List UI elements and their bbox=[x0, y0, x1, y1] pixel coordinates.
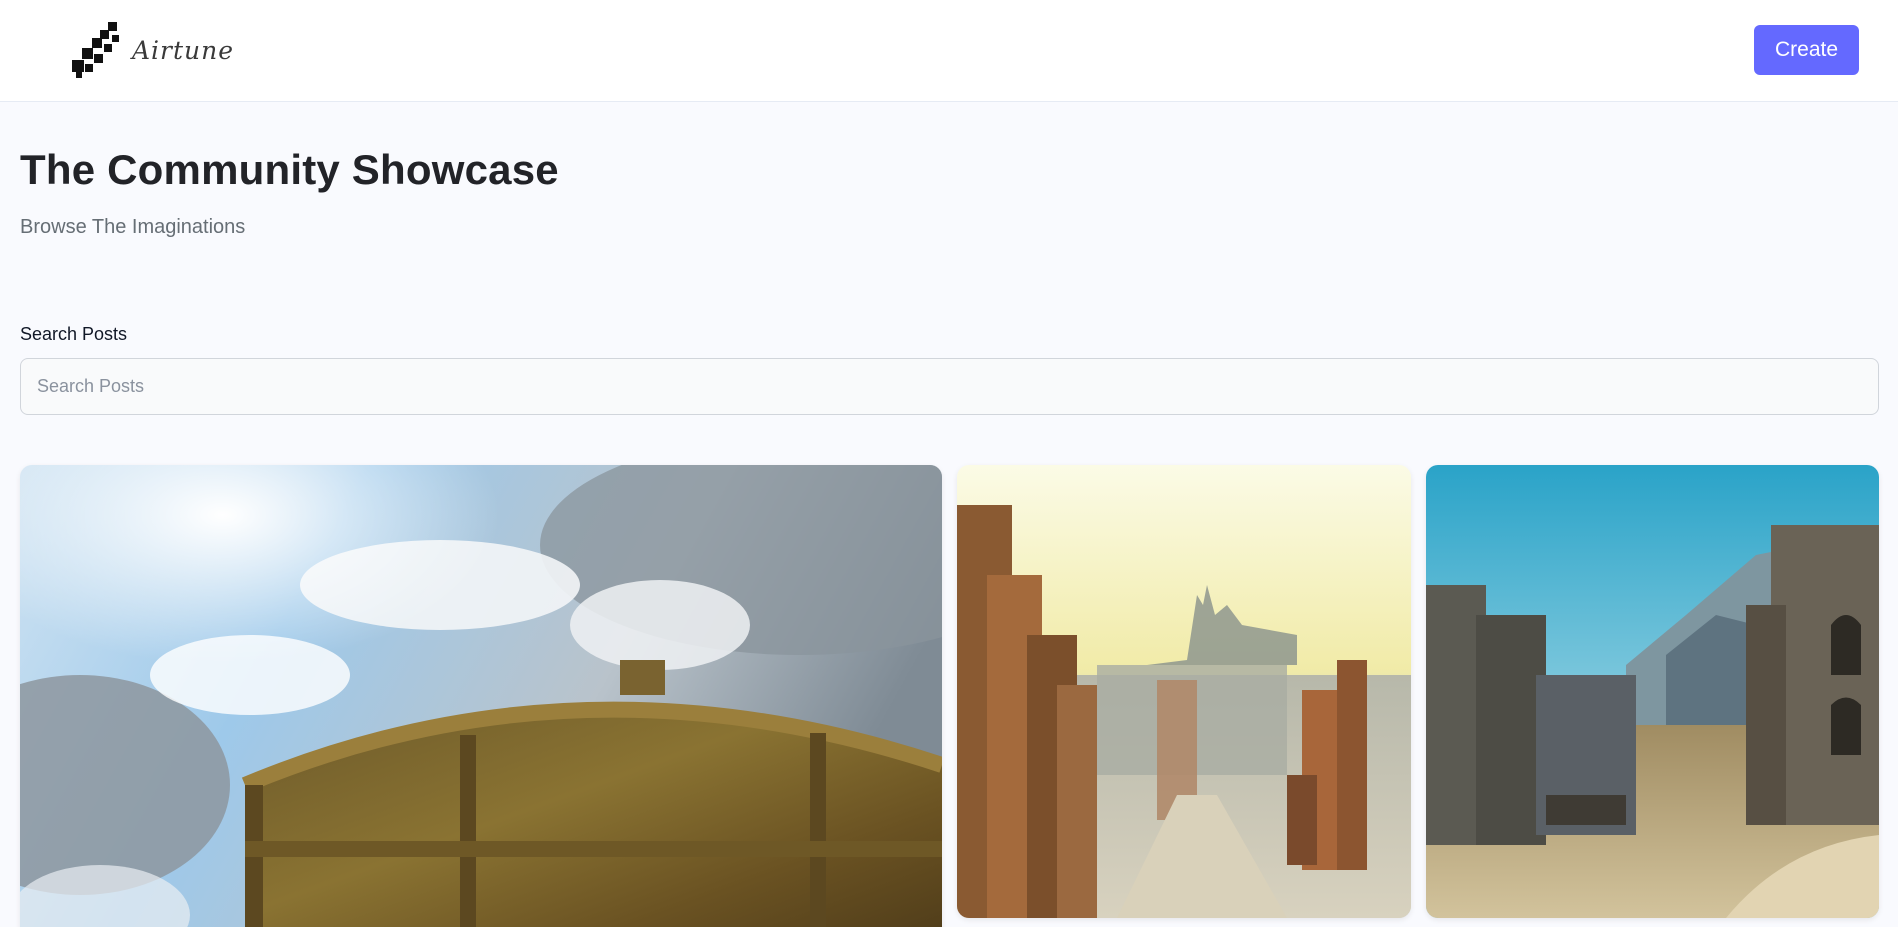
create-button[interactable]: Create bbox=[1754, 25, 1859, 75]
logo-wordmark: Airtune bbox=[132, 36, 235, 65]
top-header: Airtune Create bbox=[0, 0, 1898, 102]
search-input[interactable] bbox=[20, 358, 1879, 415]
page-subtitle: Browse The Imaginations bbox=[20, 216, 246, 238]
post-card[interactable] bbox=[957, 465, 1411, 918]
post-card[interactable] bbox=[20, 465, 942, 927]
logo-link[interactable]: Airtune bbox=[72, 22, 242, 80]
logo-mark-icon bbox=[72, 22, 119, 78]
post-image bbox=[1426, 465, 1879, 918]
post-image bbox=[957, 465, 1411, 918]
post-image bbox=[20, 465, 942, 927]
search-label: Search Posts bbox=[20, 324, 128, 344]
post-card[interactable] bbox=[1426, 465, 1879, 918]
page-title: The Community Showcase bbox=[20, 146, 559, 193]
